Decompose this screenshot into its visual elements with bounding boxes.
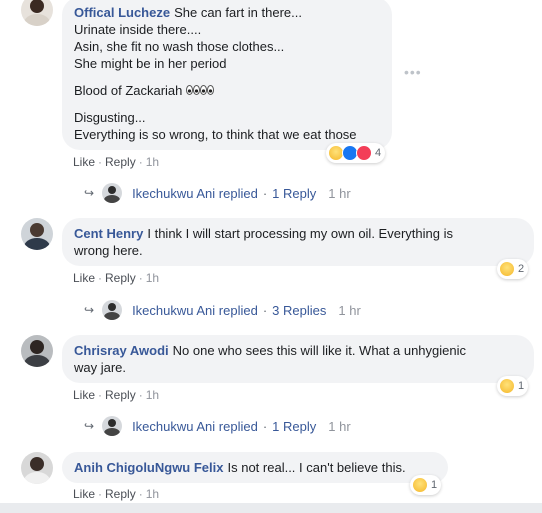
reaction-summary[interactable]: 1	[497, 376, 529, 396]
avatar-ikechukwu-ani	[102, 300, 122, 320]
comment-actions: Like · Reply · 1h	[73, 487, 160, 501]
reply-time: 1 hr	[338, 302, 361, 318]
comment-time[interactable]: 1h	[146, 155, 159, 169]
comment-bubble: Cent Henry I think I will start processin…	[62, 218, 534, 266]
avatar-offical-lucheze[interactable]	[21, 0, 53, 26]
comment-bubble: Anih ChigoluNgwu Felix Is not real... I c…	[62, 452, 448, 483]
reaction-count: 2	[518, 263, 525, 275]
sad-reaction-icon	[499, 378, 515, 394]
reply-count: 1 Reply	[272, 418, 317, 434]
reply-count: 1 Reply	[272, 185, 317, 201]
reply-link[interactable]: Reply	[105, 388, 136, 402]
reaction-summary[interactable]: 4	[326, 143, 386, 163]
like-link[interactable]: Like	[73, 271, 95, 285]
comment-text: wrong here.	[74, 243, 143, 258]
comment-author[interactable]: Offical Lucheze	[74, 5, 170, 20]
reaction-count: 1	[431, 479, 438, 491]
reaction-summary[interactable]: 1	[410, 475, 442, 495]
comment-text: No one who sees this will like it. What …	[172, 343, 467, 358]
avatar-cent-henry[interactable]	[21, 218, 53, 250]
more-options-icon[interactable]: •••	[404, 64, 422, 80]
reply-link[interactable]: Reply	[105, 487, 136, 501]
reply-count: 3 Replies	[272, 302, 327, 318]
comment-author[interactable]: Cent Henry	[74, 226, 143, 241]
comment-text: Disgusting...	[74, 110, 146, 125]
love-reaction-icon	[356, 145, 372, 161]
reply-arrow-icon: ↪	[84, 419, 95, 433]
comment-text: Is not real... I can't believe this.	[227, 460, 406, 475]
avatar-ikechukwu-ani	[102, 416, 122, 436]
comment-text: She might be in her period	[74, 56, 227, 71]
replier-name: Ikechukwu Ani	[132, 418, 216, 434]
comment-actions: Like · Reply · 1h	[73, 388, 160, 402]
reaction-count: 4	[375, 147, 382, 159]
comment-text: Everything is so wrong, to think that we…	[74, 127, 357, 142]
reply-arrow-icon: ↪	[84, 303, 95, 317]
comment-time[interactable]: 1h	[146, 487, 159, 501]
avatar-chrisray-awodi[interactable]	[21, 335, 53, 367]
comment-text: I think I will start processing my own o…	[147, 226, 453, 241]
reply-time: 1 hr	[328, 185, 351, 201]
haha-reaction-icon	[499, 261, 515, 277]
reply-arrow-icon: ↪	[84, 186, 95, 200]
comment-actions: Like · Reply · 1h	[73, 155, 160, 169]
like-link[interactable]: Like	[73, 487, 95, 501]
comment-text: Blood of Zackariah	[74, 83, 183, 98]
sad-reaction-icon	[412, 477, 428, 493]
replier-name: Ikechukwu Ani	[132, 185, 216, 201]
view-replies[interactable]: ↪ Ikechukwu Ani replied · 1 Reply 1 hr	[84, 416, 351, 436]
replied-label: replied	[218, 185, 258, 201]
comment-actions: Like · Reply · 1h	[73, 271, 160, 285]
replied-label: replied	[218, 418, 258, 434]
comment-text: Urinate inside there....	[74, 22, 202, 37]
avatar-ikechukwu-ani	[102, 183, 122, 203]
replied-label: replied	[218, 302, 258, 318]
avatar-anih-chigolungwu-felix[interactable]	[21, 452, 53, 484]
replier-name: Ikechukwu Ani	[132, 302, 216, 318]
eyes-emoji-icon	[186, 85, 201, 95]
comment-time[interactable]: 1h	[146, 271, 159, 285]
comments-panel: Offical Lucheze She can fart in there... …	[0, 0, 542, 513]
panel-bottom-edge	[0, 503, 542, 513]
view-replies[interactable]: ↪ Ikechukwu Ani replied · 1 Reply 1 hr	[84, 183, 351, 203]
comment-text: She can fart in there...	[174, 5, 302, 20]
comment-text: way jare.	[74, 360, 127, 375]
reply-link[interactable]: Reply	[105, 271, 136, 285]
comment-bubble: Offical Lucheze She can fart in there... …	[62, 0, 392, 150]
reply-time: 1 hr	[328, 418, 351, 434]
reaction-summary[interactable]: 2	[497, 259, 529, 279]
reaction-count: 1	[518, 380, 525, 392]
view-replies[interactable]: ↪ Ikechukwu Ani replied · 3 Replies 1 hr	[84, 300, 361, 320]
like-link[interactable]: Like	[73, 155, 95, 169]
comment-bubble: Chrisray Awodi No one who sees this will …	[62, 335, 534, 383]
comment-text: Asin, she fit no wash those clothes...	[74, 39, 285, 54]
reply-link[interactable]: Reply	[105, 155, 136, 169]
comment-time[interactable]: 1h	[146, 388, 159, 402]
comment-author[interactable]: Anih ChigoluNgwu Felix	[74, 460, 224, 475]
comment-author[interactable]: Chrisray Awodi	[74, 343, 169, 358]
eyes-emoji-icon	[200, 85, 215, 95]
like-link[interactable]: Like	[73, 388, 95, 402]
